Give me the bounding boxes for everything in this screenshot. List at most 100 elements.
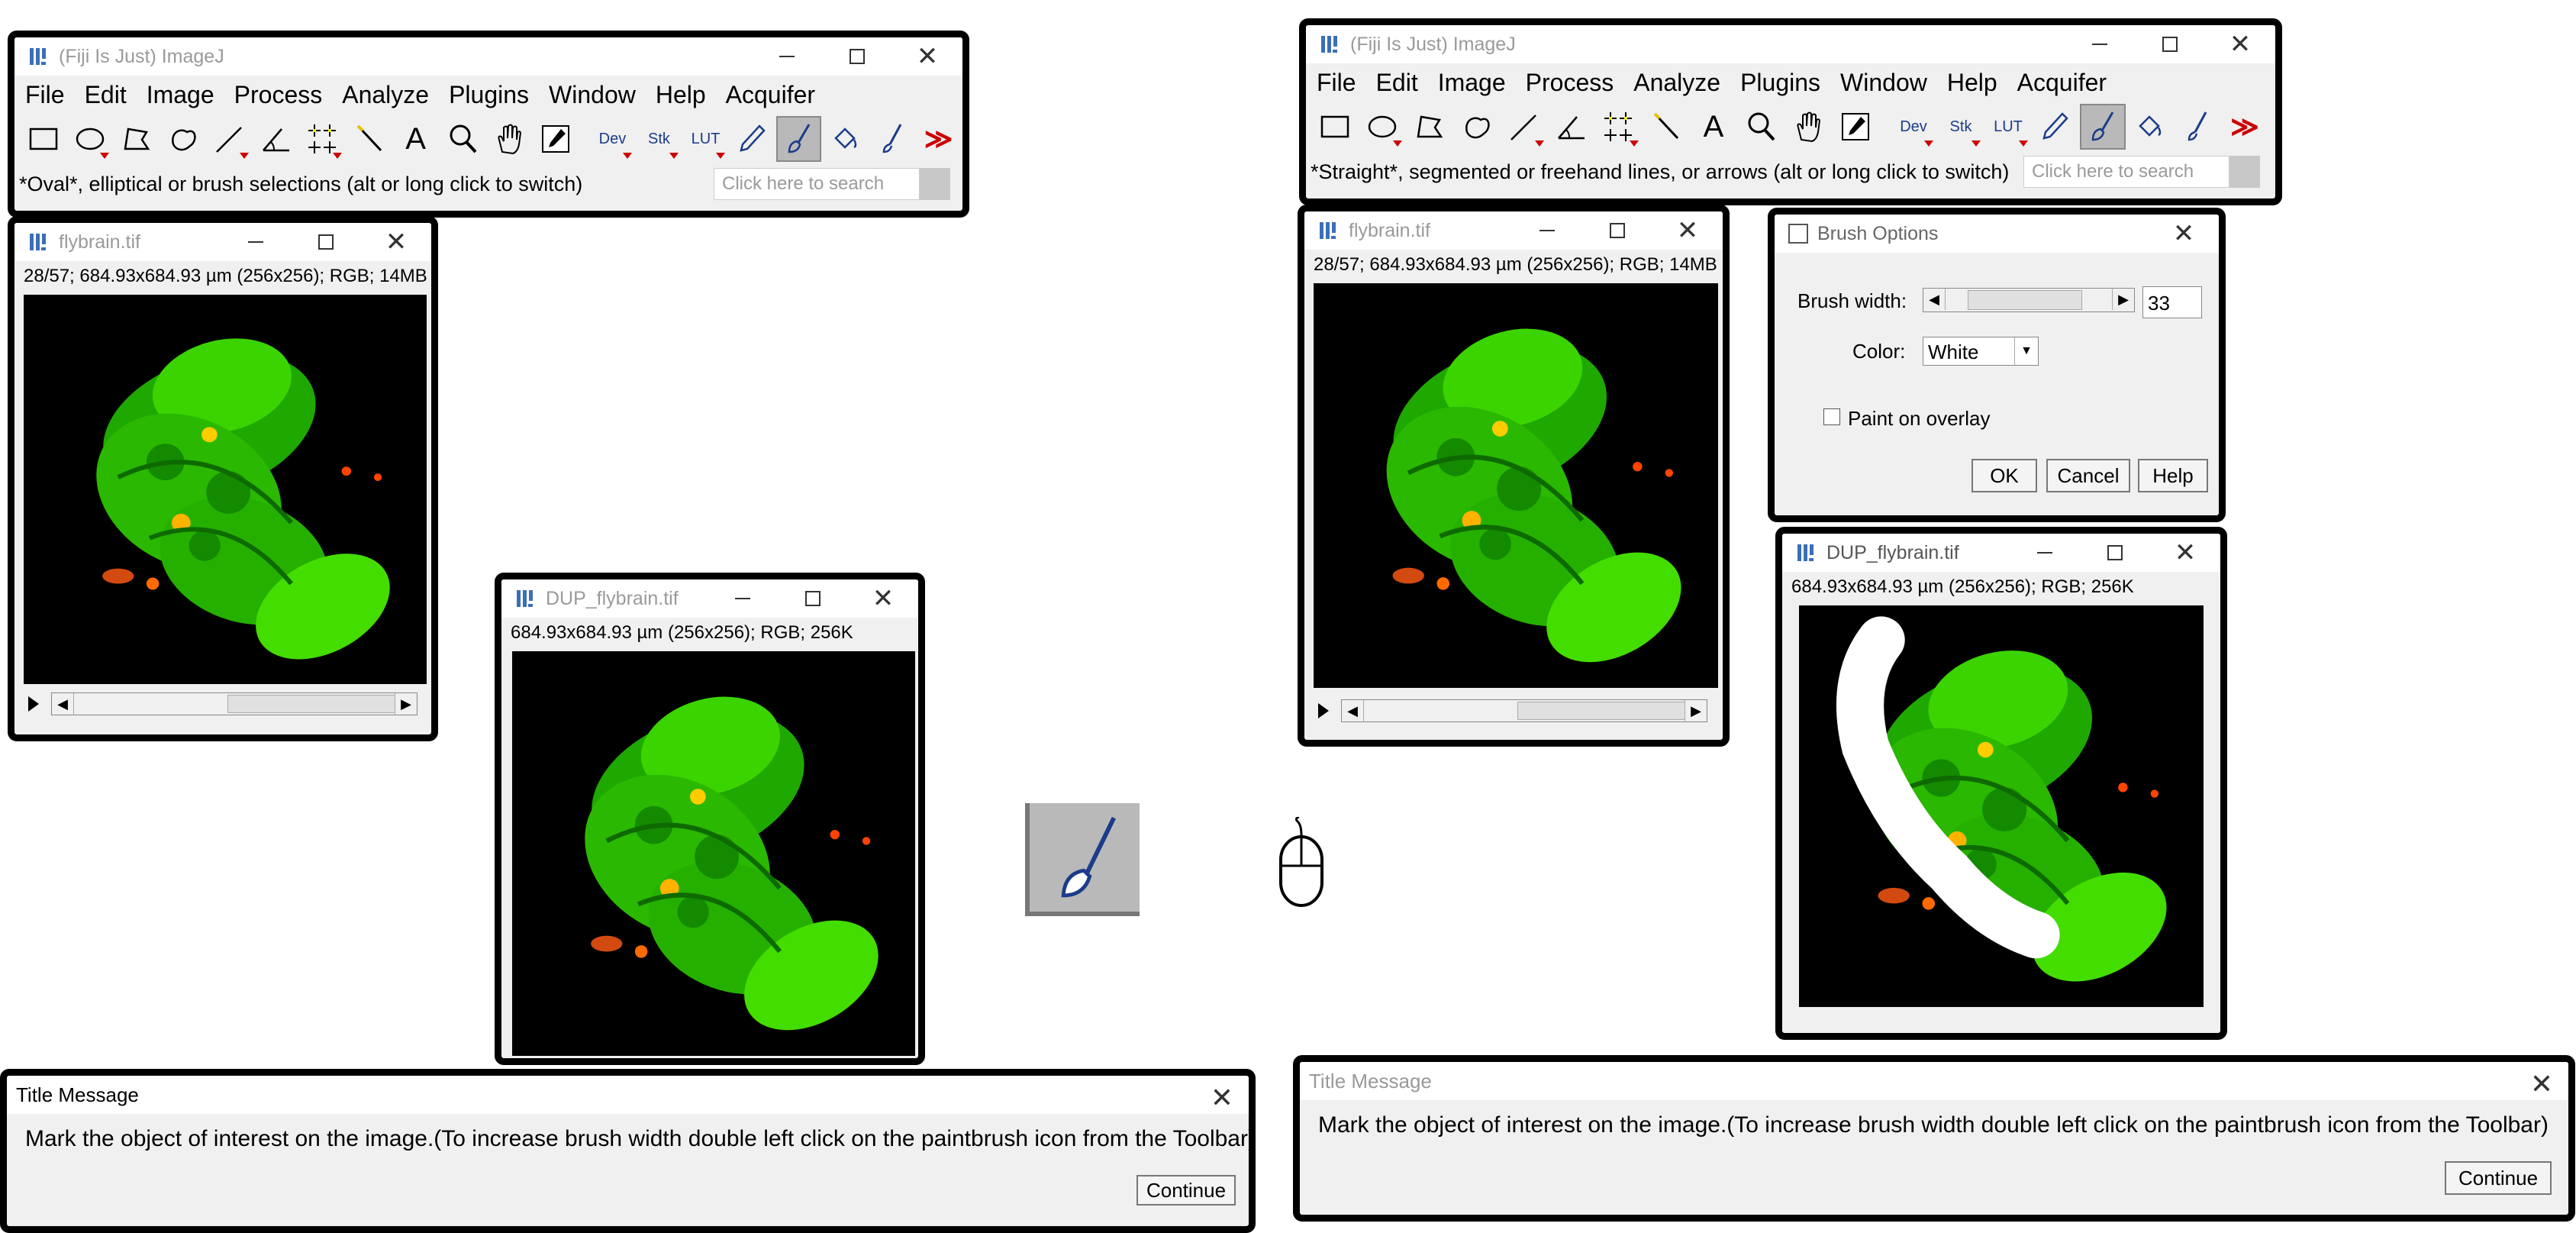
hand-tool[interactable] bbox=[1785, 104, 1831, 150]
text-tool[interactable]: A bbox=[1691, 104, 1736, 150]
wand-tool[interactable] bbox=[1643, 104, 1689, 150]
close-button[interactable]: ✕ bbox=[2205, 25, 2275, 63]
menu-acquifer[interactable]: Acquifer bbox=[726, 81, 815, 109]
multipoint-tool[interactable] bbox=[300, 116, 345, 162]
close-icon[interactable]: ✕ bbox=[1211, 1082, 1233, 1114]
pencil-tool[interactable] bbox=[730, 116, 775, 162]
minimize-button[interactable] bbox=[708, 579, 778, 618]
slice-scrollbar[interactable]: ◀ ▶ bbox=[1341, 699, 1707, 722]
image-canvas[interactable] bbox=[512, 651, 915, 1056]
color-select[interactable]: White ▼ bbox=[1923, 337, 2039, 366]
oval-tool[interactable] bbox=[67, 116, 112, 162]
play-icon[interactable] bbox=[28, 696, 39, 712]
magnifier-tool[interactable] bbox=[440, 116, 485, 162]
maximize-button[interactable] bbox=[778, 579, 848, 618]
menu-file[interactable]: File bbox=[25, 81, 65, 109]
brush-width-slider[interactable]: ◀ ▶ bbox=[1923, 288, 2135, 312]
minimize-button[interactable] bbox=[221, 223, 291, 261]
menu-help[interactable]: Help bbox=[1947, 69, 1997, 97]
dev-tool[interactable]: Dev bbox=[590, 116, 635, 162]
paintbrush-tool[interactable] bbox=[2080, 104, 2126, 150]
oval-tool[interactable] bbox=[1359, 104, 1405, 150]
rectangle-tool[interactable] bbox=[1312, 104, 1358, 150]
dropper-tool[interactable] bbox=[533, 116, 578, 162]
stk-tool[interactable]: Stk bbox=[637, 116, 682, 162]
freehand-tool[interactable] bbox=[1454, 104, 1500, 150]
lut-tool[interactable]: LUT bbox=[1985, 104, 2031, 150]
line-tool[interactable] bbox=[207, 116, 252, 162]
pencil-tool[interactable] bbox=[2033, 104, 2078, 150]
image-canvas[interactable] bbox=[24, 295, 427, 684]
scroll-thumb[interactable] bbox=[1517, 702, 1685, 720]
maximize-button[interactable] bbox=[291, 223, 361, 261]
search-input[interactable]: Click here to search bbox=[714, 168, 920, 200]
image-canvas[interactable] bbox=[1799, 605, 2204, 1007]
lut-tool[interactable]: LUT bbox=[683, 116, 728, 162]
slider-left-arrow[interactable]: ◀ bbox=[1923, 289, 1946, 310]
paintbrush-tool[interactable] bbox=[776, 116, 822, 162]
continue-button[interactable]: Continue bbox=[2445, 1161, 2552, 1195]
brush-tool[interactable] bbox=[2175, 104, 2220, 150]
paint-on-overlay-checkbox[interactable] bbox=[1823, 408, 1840, 425]
scroll-right-arrow[interactable]: ▶ bbox=[1685, 700, 1707, 721]
freehand-tool[interactable] bbox=[160, 116, 205, 162]
scroll-left-arrow[interactable]: ◀ bbox=[1342, 700, 1364, 721]
menu-help[interactable]: Help bbox=[656, 81, 706, 109]
hand-tool[interactable] bbox=[486, 116, 531, 162]
search-input[interactable]: Click here to search bbox=[2023, 156, 2229, 188]
maximize-button[interactable] bbox=[1582, 211, 1652, 250]
menu-image[interactable]: Image bbox=[147, 81, 214, 109]
slider-thumb[interactable] bbox=[1968, 290, 2082, 310]
line-tool[interactable] bbox=[1501, 104, 1547, 150]
close-button[interactable]: ✕ bbox=[2149, 215, 2219, 253]
more-tools-button[interactable]: ≫ bbox=[2222, 104, 2268, 150]
brush-width-field[interactable]: 33 bbox=[2142, 286, 2202, 318]
minimize-button[interactable] bbox=[2010, 534, 2080, 572]
close-button[interactable]: ✕ bbox=[2150, 534, 2220, 572]
menu-file[interactable]: File bbox=[1317, 69, 1356, 97]
close-button[interactable]: ✕ bbox=[892, 37, 962, 76]
menu-window[interactable]: Window bbox=[549, 81, 636, 109]
menu-process[interactable]: Process bbox=[1526, 69, 1614, 97]
menu-plugins[interactable]: Plugins bbox=[449, 81, 529, 109]
magnifier-tool[interactable] bbox=[1738, 104, 1784, 150]
menu-image[interactable]: Image bbox=[1438, 69, 1506, 97]
menu-edit[interactable]: Edit bbox=[85, 81, 127, 109]
rectangle-tool[interactable] bbox=[21, 116, 66, 162]
polygon-tool[interactable] bbox=[1407, 104, 1452, 150]
more-tools-button[interactable]: ≫ bbox=[916, 116, 961, 162]
scroll-thumb[interactable] bbox=[227, 695, 395, 713]
close-button[interactable]: ✕ bbox=[848, 579, 918, 618]
text-tool[interactable]: A bbox=[393, 116, 438, 162]
close-button[interactable]: ✕ bbox=[1652, 211, 1723, 250]
play-icon[interactable] bbox=[1318, 703, 1329, 718]
maximize-button[interactable] bbox=[2080, 534, 2150, 572]
flood-fill-tool[interactable] bbox=[2127, 104, 2173, 150]
slider-right-arrow[interactable]: ▶ bbox=[2112, 289, 2134, 310]
brush-tool[interactable] bbox=[869, 116, 914, 162]
stk-tool[interactable]: Stk bbox=[1938, 104, 1984, 150]
close-button[interactable]: ✕ bbox=[361, 223, 431, 261]
dropper-tool[interactable] bbox=[1833, 104, 1878, 150]
maximize-button[interactable] bbox=[2135, 25, 2205, 63]
menu-analyze[interactable]: Analyze bbox=[1633, 69, 1720, 97]
polygon-tool[interactable] bbox=[114, 116, 159, 162]
continue-button[interactable]: Continue bbox=[1136, 1175, 1236, 1206]
menu-plugins[interactable]: Plugins bbox=[1740, 69, 1820, 97]
flood-fill-tool[interactable] bbox=[823, 116, 868, 162]
angle-tool[interactable] bbox=[253, 116, 298, 162]
menu-window[interactable]: Window bbox=[1840, 69, 1927, 97]
angle-tool[interactable] bbox=[1549, 104, 1594, 150]
search-button[interactable] bbox=[2229, 156, 2260, 188]
slice-scrollbar[interactable]: ◀ ▶ bbox=[51, 692, 418, 715]
menu-analyze[interactable]: Analyze bbox=[342, 81, 429, 109]
multipoint-tool[interactable] bbox=[1596, 104, 1642, 150]
image-canvas[interactable] bbox=[1314, 283, 1718, 688]
minimize-button[interactable] bbox=[1512, 211, 1582, 250]
search-button[interactable] bbox=[920, 168, 950, 200]
scroll-right-arrow[interactable]: ▶ bbox=[395, 693, 417, 715]
minimize-button[interactable] bbox=[2065, 25, 2135, 63]
help-button[interactable]: Help bbox=[2138, 459, 2208, 492]
scroll-left-arrow[interactable]: ◀ bbox=[52, 693, 74, 715]
menu-acquifer[interactable]: Acquifer bbox=[2017, 69, 2107, 97]
